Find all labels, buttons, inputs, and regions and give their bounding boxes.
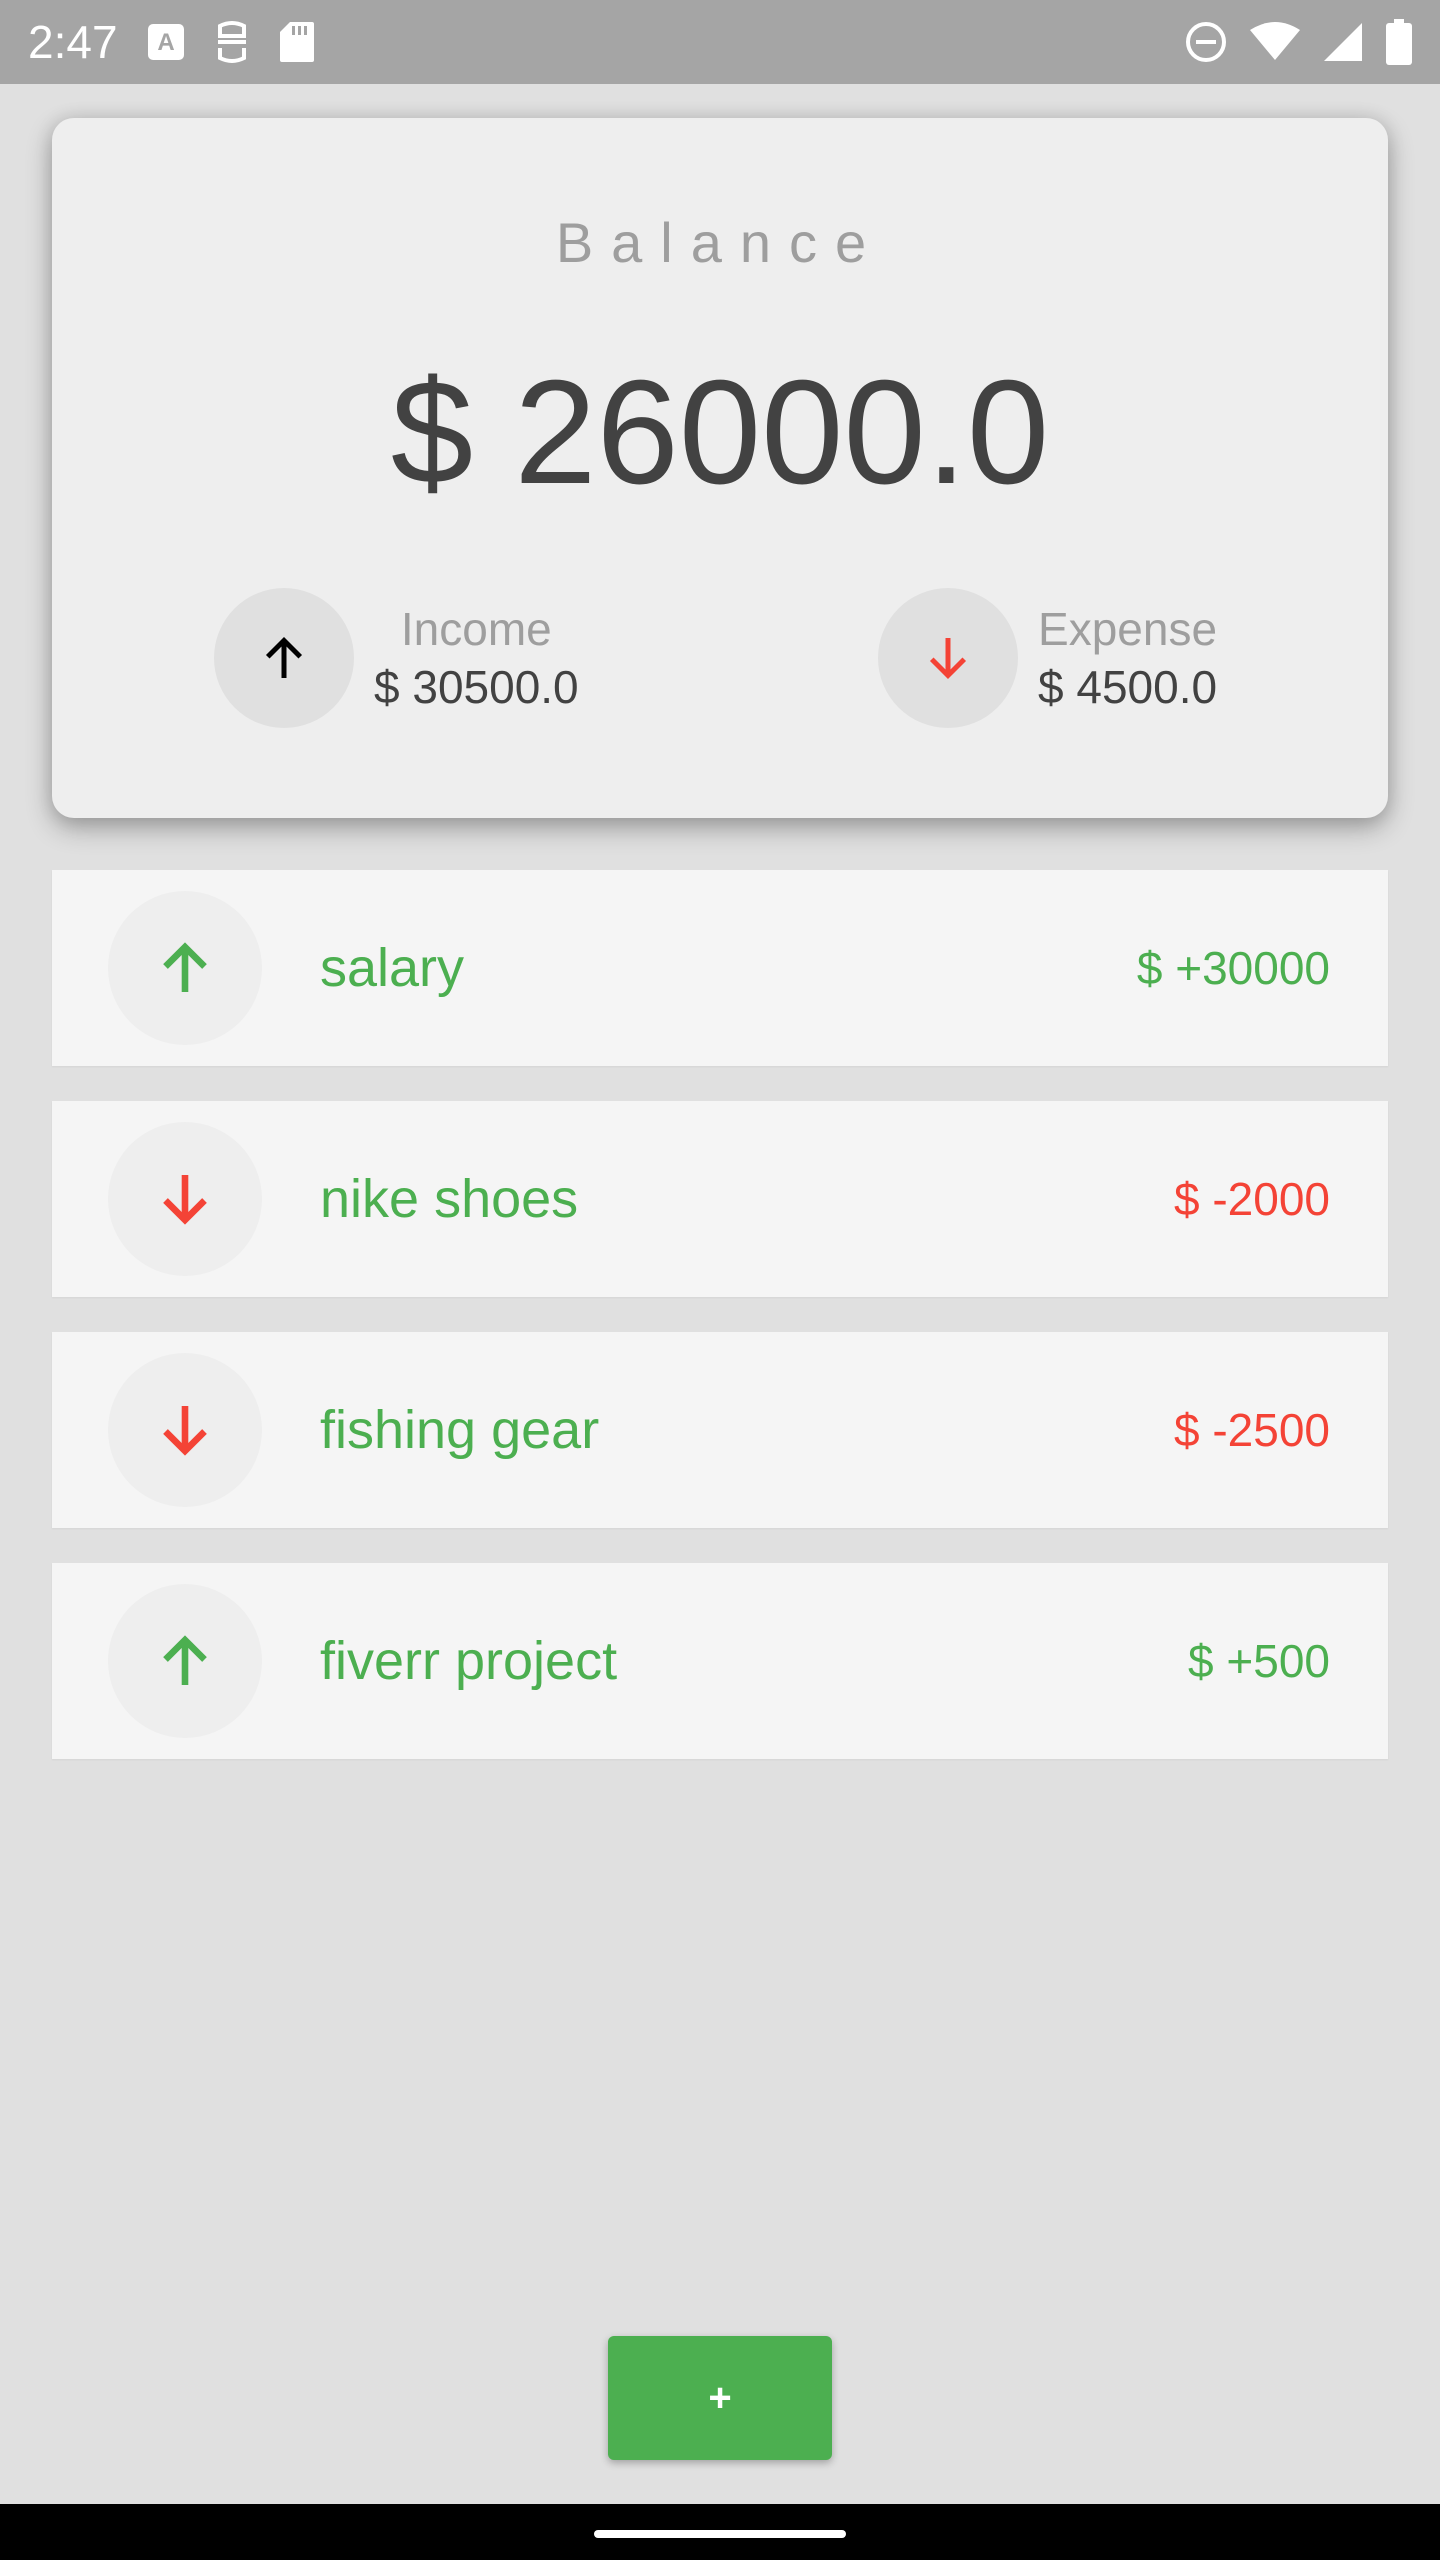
text-a-icon: A: [146, 22, 186, 62]
arrow-up-icon: [265, 636, 303, 678]
transaction-title: salary: [320, 938, 465, 998]
do-not-disturb-icon: [1184, 20, 1228, 64]
transaction-list: salary $ +30000 nike shoes $ -2000 fishi…: [52, 870, 1388, 1794]
transaction-title: fiverr project: [320, 1631, 618, 1691]
expense-summary: Expense $ 4500.0: [878, 588, 1217, 728]
transaction-row[interactable]: fiverr project $ +500: [52, 1563, 1388, 1759]
balance-amount: $ 26000.0: [390, 350, 1050, 515]
arrow-up-icon: [163, 942, 207, 992]
status-time: 2:47: [28, 16, 118, 68]
income-summary: Income $ 30500.0: [214, 588, 579, 728]
wifi-icon: [1250, 22, 1300, 62]
transaction-icon-circle: [108, 891, 262, 1045]
home-gesture-handle[interactable]: [594, 2530, 846, 2538]
transaction-row[interactable]: fishing gear $ -2500: [52, 1332, 1388, 1528]
svg-text:A: A: [157, 29, 174, 56]
transaction-amount: $ -2500: [1173, 1404, 1330, 1456]
status-system-icons: [1184, 19, 1412, 65]
battery-icon: [1386, 19, 1412, 65]
transaction-icon-circle: [108, 1122, 262, 1276]
cellular-signal-icon: [1322, 21, 1364, 63]
transaction-amount: $ +30000: [1136, 942, 1330, 994]
status-bar: 2:47 A: [0, 0, 1440, 84]
transaction-amount: $ -2000: [1173, 1173, 1330, 1225]
transaction-title: nike shoes: [320, 1169, 579, 1229]
arrow-down-icon: [163, 1406, 207, 1456]
status-notification-icons: A: [146, 20, 316, 64]
transaction-row[interactable]: nike shoes $ -2000: [52, 1101, 1388, 1297]
transaction-amount: $ +500: [1188, 1635, 1330, 1687]
transaction-icon-circle: [108, 1584, 262, 1738]
income-icon-circle: [214, 588, 354, 728]
income-label: Income: [400, 603, 552, 655]
robot-face-icon: [212, 20, 252, 64]
sd-card-icon: [278, 20, 316, 64]
balance-card: Balance $ 26000.0 Income $ 30500.0 Expen…: [52, 118, 1388, 818]
transaction-title: fishing gear: [320, 1400, 600, 1460]
expense-icon-circle: [878, 588, 1018, 728]
transaction-icon-circle: [108, 1353, 262, 1507]
arrow-up-icon: [163, 1635, 207, 1685]
income-value: $ 30500.0: [374, 661, 579, 713]
expense-label: Expense: [1038, 603, 1218, 655]
arrow-down-icon: [163, 1175, 207, 1225]
add-transaction-button[interactable]: +: [608, 2336, 832, 2460]
transaction-row[interactable]: salary $ +30000: [52, 870, 1388, 1066]
arrow-down-icon: [929, 638, 967, 680]
balance-label: Balance: [555, 211, 885, 274]
expense-value: $ 4500.0: [1038, 661, 1218, 713]
